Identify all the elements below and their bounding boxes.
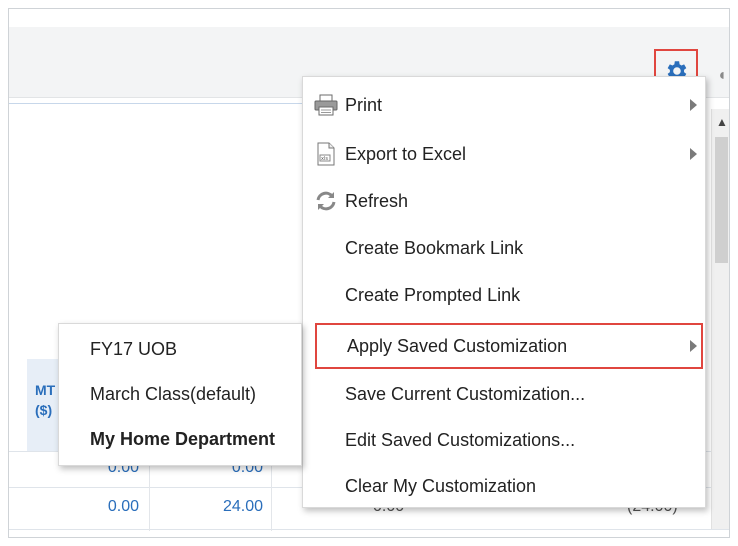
menu-item-label: Print (345, 94, 383, 115)
divider (9, 103, 319, 104)
menu-item-refresh[interactable]: Refresh (303, 178, 705, 224)
menu-item-clear-my-customization[interactable]: Clear My Customization (303, 463, 705, 509)
menu-item-label: Export to Excel (345, 143, 467, 164)
printer-icon (313, 92, 339, 118)
submenu-arrow-icon (690, 99, 697, 111)
submenu-item-march-class[interactable]: March Class(default) (59, 371, 301, 417)
submenu-item-label: FY17 UOB (90, 338, 178, 359)
vertical-scrollbar[interactable]: ▲ (711, 109, 729, 529)
row-divider (9, 529, 729, 530)
submenu-item-my-home-department[interactable]: My Home Department (59, 416, 301, 462)
submenu-item-label: March Class(default) (90, 383, 257, 404)
menu-item-label: Clear My Customization (345, 475, 537, 496)
submenu-arrow-icon (690, 148, 697, 160)
menu-item-label: Edit Saved Customizations... (345, 429, 576, 450)
menu-item-label: Create Prompted Link (345, 284, 521, 305)
menu-item-label: Save Current Customization... (345, 383, 586, 404)
menu-item-label: Create Bookmark Link (345, 237, 524, 258)
menu-item-print[interactable]: Print (303, 82, 705, 128)
table-cell: 0.00 (107, 498, 139, 515)
excel-file-icon: xls (313, 141, 339, 167)
refresh-icon (313, 188, 339, 214)
menu-item-create-prompted-link[interactable]: Create Prompted Link (303, 272, 705, 318)
table-cell: 24.00 (222, 498, 263, 515)
menu-item-apply-saved-customization[interactable]: Apply Saved Customization (315, 323, 703, 369)
header-text: ($) (35, 402, 53, 418)
menu-item-label: Apply Saved Customization (347, 335, 568, 356)
svg-text:xls: xls (321, 156, 328, 162)
scroll-up-icon[interactable]: ▲ (716, 115, 728, 129)
saved-customizations-submenu: FY17 UOB March Class(default) My Home De… (58, 323, 302, 466)
menu-item-create-bookmark-link[interactable]: Create Bookmark Link (303, 225, 705, 271)
menu-item-label: Refresh (345, 190, 409, 211)
submenu-item-label: My Home Department (90, 428, 276, 449)
settings-menu: Print xls Export to Excel Refresh Create… (302, 76, 706, 508)
header-text: MT (35, 382, 56, 398)
submenu-item-fy17-uob[interactable]: FY17 UOB (59, 326, 301, 372)
submenu-arrow-icon (690, 340, 697, 352)
partial-icon: ◖ (717, 67, 727, 84)
menu-item-save-current-customization[interactable]: Save Current Customization... (303, 371, 705, 417)
scroll-thumb[interactable] (715, 137, 728, 263)
menu-item-export-excel[interactable]: xls Export to Excel (303, 131, 705, 177)
menu-item-edit-saved-customizations[interactable]: Edit Saved Customizations... (303, 417, 705, 463)
